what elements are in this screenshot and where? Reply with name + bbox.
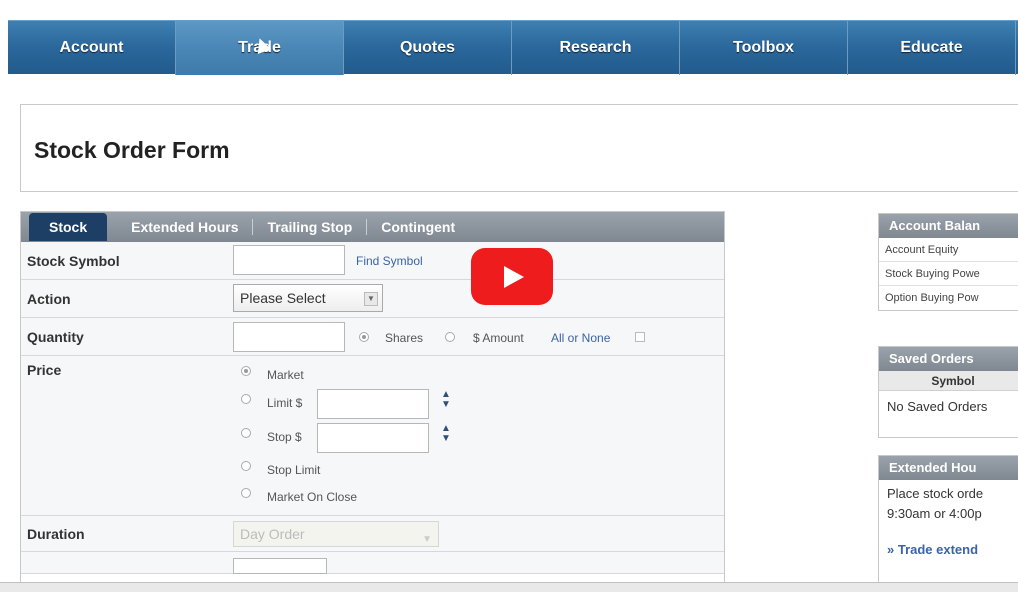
chevron-down-icon: ▼ <box>364 292 378 306</box>
nav-quotes[interactable]: Quotes <box>344 21 512 75</box>
option-buying-power-item: Option Buying Pow <box>885 292 979 304</box>
all-or-none-checkbox[interactable] <box>635 332 645 342</box>
quantity-label: Quantity <box>27 329 84 345</box>
chevron-down-icon: ▼ <box>422 534 432 545</box>
tab-stock[interactable]: Stock <box>29 213 108 241</box>
stock-order-form: Stock Extended Hours Trailing Stop Conti… <box>20 211 725 592</box>
saved-orders-empty: No Saved Orders <box>887 399 988 414</box>
saved-orders-symbol-header: Symbol <box>879 371 1018 391</box>
row-duration: Duration Day Order ▼ <box>21 516 724 552</box>
row-next <box>21 552 724 574</box>
stock-buying-power-item: Stock Buying Powe <box>879 262 1018 286</box>
page: Account Trade Quotes Research Toolbox Ed… <box>0 0 1018 592</box>
price-label: Price <box>27 362 62 378</box>
all-or-none-label: All or None <box>551 331 611 345</box>
shares-label: Shares <box>385 331 424 345</box>
nav-research[interactable]: Research <box>512 21 680 75</box>
price-limit-radio[interactable] <box>241 394 251 404</box>
price-limit-label: Limit $ <box>267 396 303 410</box>
tab-extended-hours[interactable]: Extended Hours <box>117 219 254 235</box>
limit-price-input[interactable] <box>317 389 429 419</box>
price-stop-limit-label: Stop Limit <box>267 463 321 477</box>
duration-label: Duration <box>27 526 85 542</box>
page-title: Stock Order Form <box>34 137 230 163</box>
extended-hours-text-1: Place stock orde <box>887 486 984 501</box>
row-quantity: Quantity Shares $ Amount All or None <box>21 318 724 356</box>
nav-account[interactable]: Account <box>8 21 176 75</box>
account-equity-item: Account Equity <box>879 238 1018 262</box>
extended-hours-title: Extended Hou <box>879 456 1018 480</box>
price-market-radio[interactable] <box>241 366 251 376</box>
price-stop-label: Stop $ <box>267 430 302 444</box>
account-balance-panel: Account Balan Account Equity Stock Buyin… <box>878 213 1018 311</box>
tab-contingent[interactable]: Contingent <box>367 219 469 235</box>
find-symbol-link[interactable]: Find Symbol <box>356 254 423 268</box>
price-stop-limit-radio[interactable] <box>241 461 251 471</box>
shares-radio[interactable] <box>359 332 369 342</box>
account-balance-title: Account Balan <box>879 214 1018 238</box>
nav-educate[interactable]: Educate <box>848 21 1016 75</box>
duration-select[interactable]: Day Order ▼ <box>233 521 439 547</box>
stop-price-input[interactable] <box>317 423 429 453</box>
saved-orders-title: Saved Orders <box>879 347 1018 371</box>
bottom-scrollbar[interactable] <box>0 582 1018 592</box>
next-field-input[interactable] <box>233 558 327 574</box>
trade-extended-link[interactable]: » Trade extend <box>879 542 1018 557</box>
stock-symbol-input[interactable] <box>233 245 345 275</box>
row-stock-symbol: Stock Symbol Find Symbol <box>21 242 724 280</box>
quantity-input[interactable] <box>233 322 345 352</box>
price-market-on-close-label: Market On Close <box>267 490 358 504</box>
main-nav: Account Trade Quotes Research Toolbox Ed… <box>8 20 1018 75</box>
saved-orders-panel: Saved Orders Symbol No Saved Orders <box>878 346 1018 438</box>
order-tabs: Stock Extended Hours Trailing Stop Conti… <box>21 212 724 242</box>
amount-label: $ Amount <box>473 331 524 345</box>
stock-symbol-label: Stock Symbol <box>27 253 120 269</box>
price-stop-radio[interactable] <box>241 428 251 438</box>
action-label: Action <box>27 291 71 307</box>
extended-hours-text-2: 9:30am or 4:00p <box>887 506 982 521</box>
price-market-label: Market <box>267 368 304 382</box>
row-price: Price Market Limit $ ▲ ▼ Stop $ ▲ ▼ Stop L… <box>21 356 724 516</box>
duration-select-value: Day Order <box>240 526 305 542</box>
extended-hours-panel: Extended Hou Place stock orde 9:30am or … <box>878 455 1018 587</box>
row-action: Action Please Select ▼ <box>21 280 724 318</box>
page-header: Stock Order Form <box>20 104 1018 192</box>
limit-stepper-icon[interactable]: ▲ ▼ <box>441 390 451 410</box>
action-select[interactable]: Please Select ▼ <box>233 284 383 312</box>
nav-toolbox[interactable]: Toolbox <box>680 21 848 75</box>
amount-radio[interactable] <box>445 332 455 342</box>
video-play-icon[interactable] <box>471 248 553 305</box>
stop-stepper-icon[interactable]: ▲ ▼ <box>441 424 451 444</box>
action-select-value: Please Select <box>240 290 326 306</box>
price-market-on-close-radio[interactable] <box>241 488 251 498</box>
tab-trailing-stop[interactable]: Trailing Stop <box>253 219 368 235</box>
